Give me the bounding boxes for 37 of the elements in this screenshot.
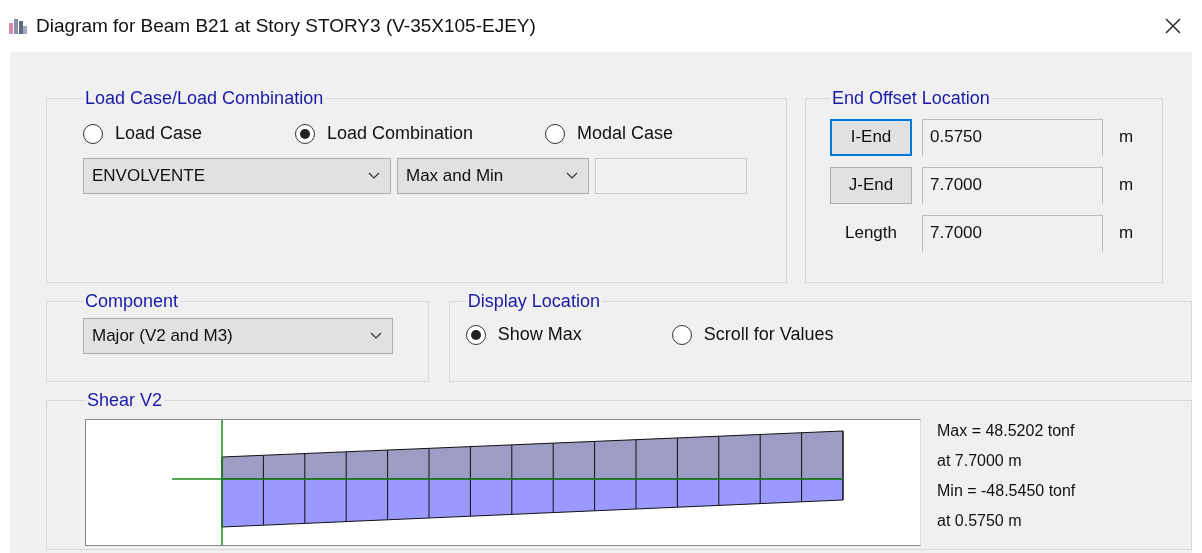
- unit-label: m: [1119, 175, 1134, 195]
- group-title: Shear V2: [86, 390, 164, 411]
- chevron-icon: [368, 172, 380, 180]
- end-button[interactable]: I-End: [830, 118, 912, 156]
- window-title: Diagram for Beam B21 at Story STORY3 (V-35X105-EJEY): [36, 15, 537, 37]
- radio-option[interactable]: Load Combination: [295, 123, 545, 144]
- group-title: End Offset Location: [831, 88, 991, 109]
- close-icon[interactable]: [1164, 17, 1182, 35]
- result-text: at 7.7000 m: [937, 451, 1023, 471]
- value-field[interactable]: 7.7000: [922, 214, 1103, 252]
- result-text: Max = 48.5202 tonf: [937, 421, 1076, 441]
- radio-label: Scroll for Values: [703, 324, 834, 345]
- component-dropdown[interactable]: Major (V2 and M3): [83, 318, 393, 354]
- end-button[interactable]: J-End: [830, 166, 912, 204]
- radio-option[interactable]: Show Max: [465, 324, 672, 345]
- mode-dropdown[interactable]: Max and Min: [397, 158, 589, 194]
- radio-option[interactable]: Modal Case: [545, 123, 674, 144]
- group-title: Load Case/Load Combination: [84, 88, 325, 109]
- combination-dropdown[interactable]: ENVOLVENTE: [83, 158, 391, 194]
- value-field[interactable]: 7.7000: [922, 166, 1103, 204]
- radio-option[interactable]: Load Case: [83, 123, 295, 144]
- result-text: at 0.5750 m: [937, 511, 1023, 531]
- unit-label: m: [1119, 127, 1134, 147]
- radio-label: Load Combination: [327, 123, 474, 144]
- app-icon: [8, 17, 28, 35]
- unit-label: m: [1119, 223, 1134, 243]
- chevron-icon: [370, 332, 382, 340]
- group-title: Display Location: [466, 291, 601, 312]
- chevron-icon: [566, 172, 578, 180]
- length-label: Length: [844, 223, 898, 243]
- radio-label: Load Case: [115, 123, 203, 144]
- value-field[interactable]: 0.5750: [922, 118, 1103, 156]
- radio-option[interactable]: Scroll for Values: [671, 324, 834, 345]
- radio-label: Show Max: [497, 324, 582, 345]
- result-text: Min = -48.5450 tonf: [937, 481, 1076, 501]
- group-title: Component: [84, 291, 180, 312]
- radio-label: Modal Case: [577, 123, 674, 144]
